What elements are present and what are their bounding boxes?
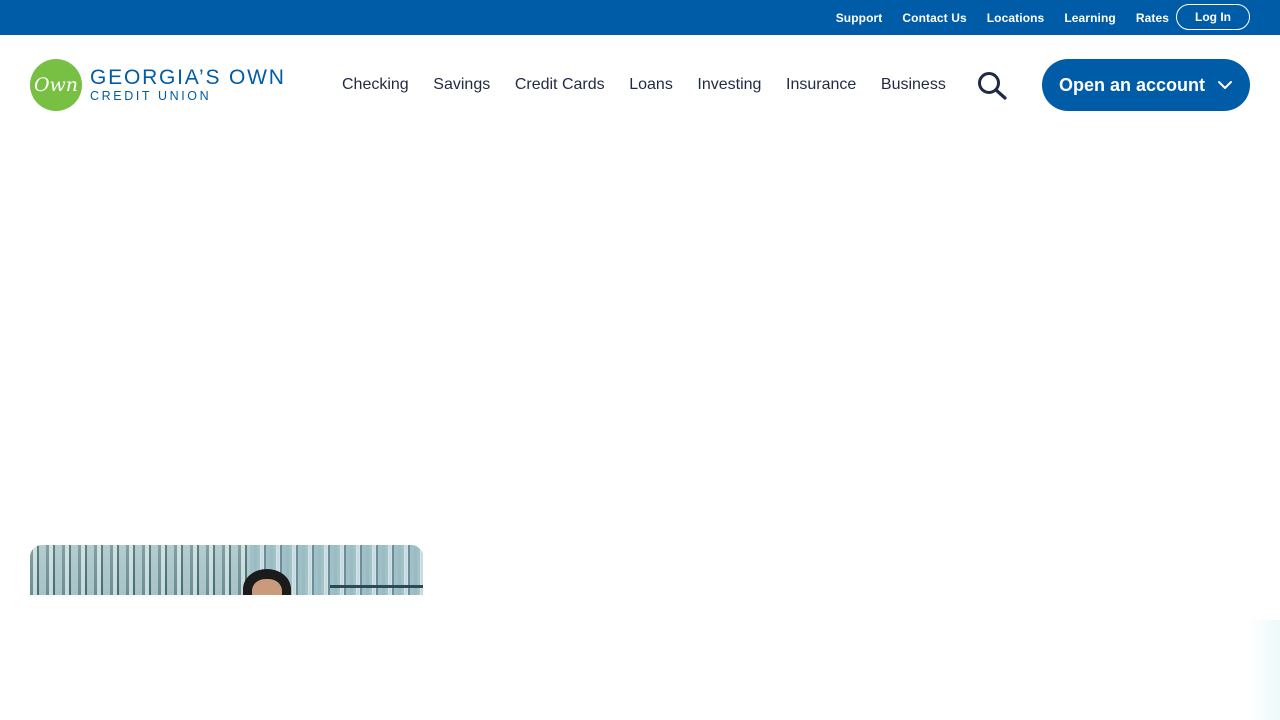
nav-item-checking[interactable]: Checking	[342, 76, 409, 94]
utility-bar: Support Contact Us Locations Learning Ra…	[0, 0, 1280, 35]
main-header: Own GEORGIA’S OWN CREDIT UNION Checking …	[0, 35, 1280, 135]
nav-item-loans[interactable]: Loans	[629, 76, 673, 94]
person-face	[252, 579, 282, 595]
utility-links: Support Contact Us Locations Learning Ra…	[836, 0, 1169, 35]
nav-item-savings[interactable]: Savings	[433, 76, 490, 94]
login-button[interactable]: Log In	[1176, 4, 1250, 30]
nav-item-investing[interactable]: Investing	[697, 76, 761, 94]
open-account-button[interactable]: Open an account	[1042, 59, 1250, 111]
nav-item-credit-cards[interactable]: Credit Cards	[515, 76, 605, 94]
main-nav: Checking Savings Credit Cards Loans Inve…	[342, 35, 970, 135]
logo[interactable]: Own GEORGIA’S OWN CREDIT UNION	[30, 59, 286, 111]
search-button[interactable]	[975, 71, 1009, 101]
logo-name: GEORGIA’S OWN	[90, 66, 286, 90]
corner-decoration	[1248, 620, 1280, 720]
logo-subtitle: CREDIT UNION	[90, 89, 212, 104]
utility-link-locations[interactable]: Locations	[987, 11, 1045, 25]
logo-badge: Own	[30, 59, 82, 111]
hero-image-card	[30, 545, 423, 595]
search-icon	[978, 72, 1007, 100]
nav-item-insurance[interactable]: Insurance	[786, 76, 856, 94]
utility-link-support[interactable]: Support	[836, 11, 883, 25]
open-account-label: Open an account	[1058, 74, 1206, 95]
nav-item-business[interactable]: Business	[881, 76, 946, 94]
chevron-down-icon	[1218, 81, 1233, 89]
utility-link-learning[interactable]: Learning	[1064, 11, 1115, 25]
utility-link-contact-us[interactable]: Contact Us	[902, 11, 966, 25]
logo-wordmark: GEORGIA’S OWN CREDIT UNION	[90, 67, 286, 103]
railing	[330, 585, 423, 588]
utility-link-rates[interactable]: Rates	[1136, 11, 1169, 25]
